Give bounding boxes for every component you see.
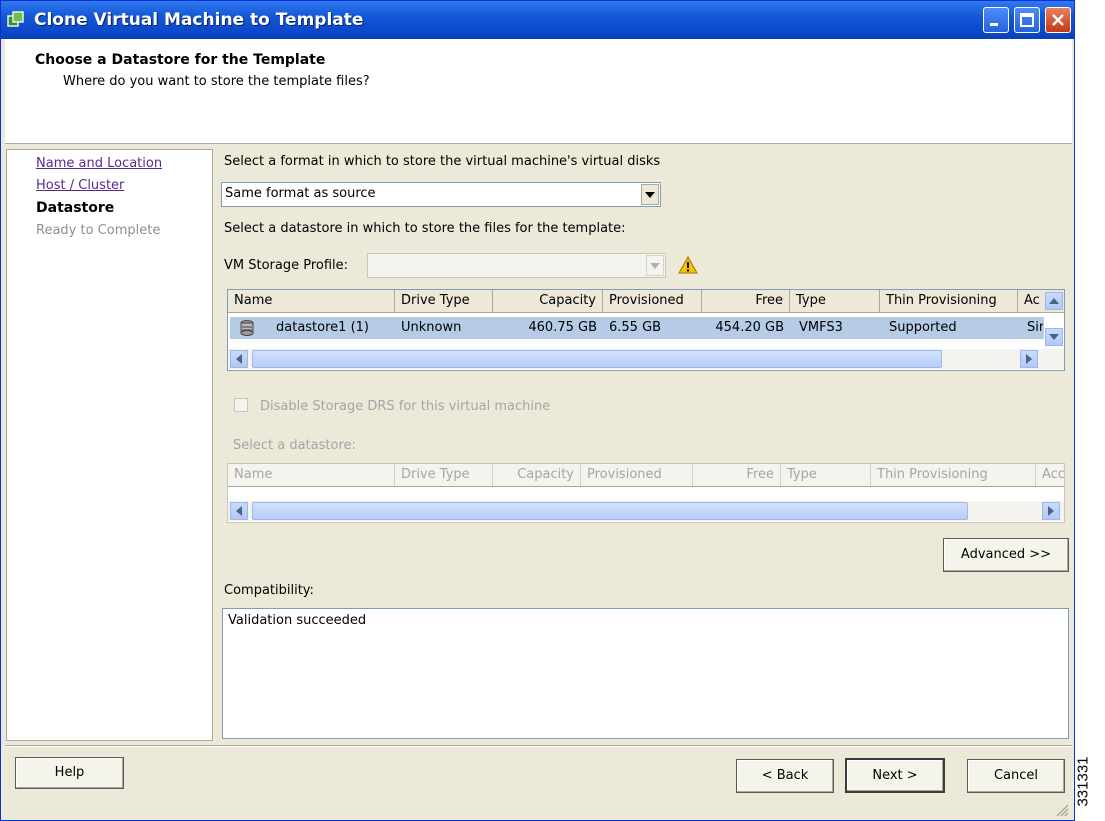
title-bar[interactable]: Clone Virtual Machine to Template xyxy=(1,1,1074,39)
column-drive-type: Drive Type xyxy=(395,464,493,486)
next-button-label: Next > xyxy=(872,768,918,783)
scroll-left-button[interactable] xyxy=(230,350,248,368)
advanced-button-label: Advanced >> xyxy=(960,547,1052,562)
column-capacity: Capacity xyxy=(493,464,581,486)
disk-format-value: Same format as source xyxy=(225,186,376,201)
column-thin-provisioning: Thin Provisioning xyxy=(871,464,1036,486)
storage-drs-table: Name Drive Type Capacity Provisioned Fre… xyxy=(227,463,1065,523)
wizard-header: Choose a Datastore for the Template Wher… xyxy=(5,39,1072,144)
warning-icon xyxy=(678,256,698,274)
column-drive-type[interactable]: Drive Type xyxy=(395,290,493,312)
storage-profile-select xyxy=(367,253,666,278)
chevron-down-icon[interactable] xyxy=(641,184,659,205)
cell-free: 454.20 GB xyxy=(715,320,784,335)
page-title: Choose a Datastore for the Template xyxy=(35,52,326,68)
chevron-right-icon xyxy=(1026,354,1032,364)
maximize-icon xyxy=(1020,13,1034,27)
datastore-table-header: Name Drive Type Capacity Provisioned Fre… xyxy=(228,290,1064,313)
storage-drs-table-header: Name Drive Type Capacity Provisioned Fre… xyxy=(228,464,1064,487)
column-capacity[interactable]: Capacity xyxy=(493,290,603,312)
disk-format-select[interactable]: Same format as source xyxy=(221,182,661,207)
chevron-left-icon xyxy=(236,354,242,364)
column-name: Name xyxy=(228,464,395,486)
scroll-thumb[interactable] xyxy=(252,350,942,368)
help-button-label: Help xyxy=(54,765,85,780)
scroll-thumb xyxy=(252,502,968,520)
cancel-button-label: Cancel xyxy=(993,768,1039,783)
minimize-button[interactable] xyxy=(983,7,1009,33)
close-icon xyxy=(1052,14,1064,26)
cell-name: datastore1 (1) xyxy=(276,320,369,335)
compatibility-text: Validation succeeded xyxy=(228,613,367,628)
column-free[interactable]: Free xyxy=(702,290,790,312)
back-button[interactable]: < Back xyxy=(736,759,834,793)
compatibility-textarea[interactable]: Validation succeeded xyxy=(222,608,1069,739)
datastore-prompt: Select a datastore in which to store the… xyxy=(224,221,626,236)
column-provisioned: Provisioned xyxy=(581,464,693,486)
minimize-icon xyxy=(990,23,998,26)
cell-thin-provisioning: Supported xyxy=(889,320,957,335)
dialog-window: Clone Virtual Machine to Template Choose… xyxy=(0,0,1075,821)
scroll-left-button xyxy=(230,502,248,520)
figure-id: 331331 xyxy=(1074,748,1104,818)
cancel-button[interactable]: Cancel xyxy=(967,759,1065,793)
window-title: Clone Virtual Machine to Template xyxy=(34,10,364,30)
column-free: Free xyxy=(693,464,781,486)
datastore-icon xyxy=(240,320,254,336)
next-button[interactable]: Next > xyxy=(845,758,945,793)
scroll-up-button[interactable] xyxy=(1045,292,1063,310)
vsphere-app-icon xyxy=(7,11,24,27)
figure-id-text: 331331 xyxy=(1074,756,1092,807)
step-host-cluster[interactable]: Host / Cluster xyxy=(36,178,124,193)
chevron-right-icon xyxy=(1048,506,1054,516)
cell-access: Sir xyxy=(1027,320,1043,335)
horizontal-scrollbar[interactable] xyxy=(228,349,1064,369)
cell-type: VMFS3 xyxy=(799,320,843,335)
column-access[interactable]: Ac xyxy=(1018,290,1046,312)
cell-drive-type: Unknown xyxy=(401,320,462,335)
page-subtitle: Where do you want to store the template … xyxy=(63,74,370,89)
table-row[interactable]: datastore1 (1) Unknown 460.75 GB 6.55 GB… xyxy=(230,317,1044,339)
scroll-down-button[interactable] xyxy=(1045,328,1063,346)
column-provisioned[interactable]: Provisioned xyxy=(603,290,702,312)
maximize-button[interactable] xyxy=(1014,7,1040,33)
scroll-right-button xyxy=(1042,502,1060,520)
back-button-label: < Back xyxy=(761,768,809,783)
column-access: Acc xyxy=(1042,467,1065,482)
select-datastore-label: Select a datastore: xyxy=(233,438,356,453)
compatibility-label: Compatibility: xyxy=(224,583,314,598)
scroll-right-button[interactable] xyxy=(1020,350,1038,368)
cell-provisioned: 6.55 GB xyxy=(609,320,662,335)
resize-grip-icon[interactable] xyxy=(1053,801,1069,817)
column-type: Type xyxy=(781,464,871,486)
wizard-steps: Name and Location Host / Cluster Datasto… xyxy=(6,149,213,741)
chevron-up-icon xyxy=(1049,298,1059,304)
disable-storage-drs-checkbox xyxy=(234,398,248,412)
column-thin-provisioning[interactable]: Thin Provisioning xyxy=(880,290,1018,312)
chevron-down-icon xyxy=(1049,334,1059,340)
disable-storage-drs-label: Disable Storage DRS for this virtual mac… xyxy=(260,399,551,414)
step-ready-to-complete: Ready to Complete xyxy=(36,223,161,238)
column-type[interactable]: Type xyxy=(790,290,880,312)
step-name-and-location[interactable]: Name and Location xyxy=(36,156,162,171)
cell-capacity: 460.75 GB xyxy=(528,320,597,335)
datastore-table[interactable]: Name Drive Type Capacity Provisioned Fre… xyxy=(227,289,1065,371)
help-button[interactable]: Help xyxy=(15,757,124,789)
chevron-left-icon xyxy=(236,506,242,516)
horizontal-scrollbar xyxy=(228,501,1064,521)
format-prompt: Select a format in which to store the vi… xyxy=(224,154,661,169)
advanced-button[interactable]: Advanced >> xyxy=(943,538,1069,572)
storage-profile-label: VM Storage Profile: xyxy=(224,258,349,273)
step-datastore: Datastore xyxy=(36,200,115,216)
column-name[interactable]: Name xyxy=(228,290,395,312)
footer-divider xyxy=(5,745,1072,747)
close-button[interactable] xyxy=(1045,7,1071,33)
chevron-down-icon xyxy=(646,255,664,276)
